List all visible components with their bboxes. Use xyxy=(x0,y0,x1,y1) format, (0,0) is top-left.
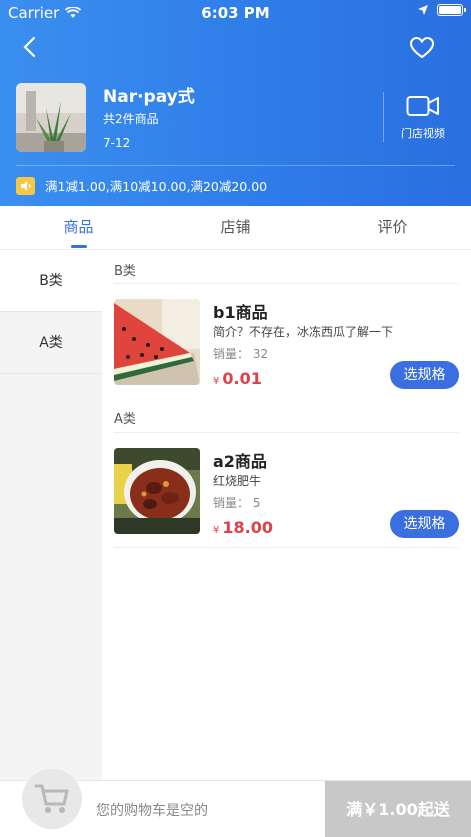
heart-icon xyxy=(409,36,435,59)
section-divider xyxy=(114,283,459,284)
store-video-button[interactable]: 门店视频 xyxy=(392,95,454,143)
header-divider xyxy=(383,92,384,142)
product-name: a2商品 xyxy=(213,452,267,471)
favorite-button[interactable] xyxy=(409,36,435,60)
tab-bar: 商品 店铺 评价 xyxy=(0,206,471,250)
status-time: 6:03 PM xyxy=(201,4,270,22)
product-card[interactable]: b1商品 简介？不存在，冰冻西瓜了解一下 销量： 32 ¥0.01 选规格 xyxy=(114,299,459,399)
status-bar: Carrier 6:03 PM xyxy=(0,0,471,26)
chevron-left-icon xyxy=(23,36,36,58)
price-value: 18.00 xyxy=(222,518,273,537)
promo-text: 满1减1.00,满10减10.00,满20减20.00 xyxy=(45,179,268,194)
product-price: ¥18.00 xyxy=(213,518,273,537)
sidebar-item-b[interactable]: B类 xyxy=(0,250,102,312)
store-name: Nar·pay式 xyxy=(103,87,195,107)
product-image-watermelon xyxy=(114,299,200,385)
product-sales: 销量： 5 xyxy=(213,496,261,510)
shopping-cart-icon xyxy=(34,784,69,813)
store-video-label: 门店视频 xyxy=(401,127,445,140)
section-divider xyxy=(114,432,459,433)
product-divider xyxy=(114,547,459,548)
header-separator xyxy=(16,165,455,166)
location-arrow-icon xyxy=(418,5,428,15)
store-photo xyxy=(16,83,86,152)
product-card[interactable]: a2商品 红烧肥牛 销量： 5 ¥18.00 选规格 xyxy=(114,448,459,548)
product-description: 简介？不存在，冰冻西瓜了解一下 xyxy=(213,325,394,339)
battery-icon xyxy=(437,4,466,16)
back-button[interactable] xyxy=(14,34,44,60)
checkout-button[interactable]: 满￥1.00起送 xyxy=(325,781,471,837)
product-price: ¥0.01 xyxy=(213,369,262,388)
category-sidebar: B类 A类 xyxy=(0,250,102,780)
product-list: B类 b1商品 简介？不存在，冰冻西瓜了解一下 销量： 32 ¥0.01 选规格… xyxy=(102,250,471,780)
status-right xyxy=(417,4,466,16)
section-title: B类 xyxy=(114,264,136,279)
price-value: 0.01 xyxy=(222,369,262,388)
tab-products[interactable]: 商品 xyxy=(0,206,157,249)
promo-banner: 满1减1.00,满10减10.00,满20减20.00 xyxy=(16,176,267,195)
section-title: A类 xyxy=(114,412,136,427)
speaker-icon xyxy=(16,176,35,195)
currency-symbol: ¥ xyxy=(213,376,220,387)
product-image-braised-beef xyxy=(114,448,200,534)
tab-reviews[interactable]: 评价 xyxy=(314,206,471,249)
store-hours: 7-12 xyxy=(103,136,131,150)
store-product-count: 共2件商品 xyxy=(103,112,159,126)
cart-button[interactable] xyxy=(22,769,82,829)
select-spec-button[interactable]: 选规格 xyxy=(390,361,459,389)
currency-symbol: ¥ xyxy=(213,525,220,536)
select-spec-button[interactable]: 选规格 xyxy=(390,510,459,538)
video-camera-icon xyxy=(406,96,439,116)
cart-empty-text: 您的购物车是空的 xyxy=(96,803,208,819)
product-sales: 销量： 32 xyxy=(213,347,269,361)
sidebar-item-a[interactable]: A类 xyxy=(0,312,102,374)
tab-store[interactable]: 店铺 xyxy=(157,206,314,249)
product-description: 红烧肥牛 xyxy=(213,474,262,488)
cart-bar: 您的购物车是空的 满￥1.00起送 xyxy=(0,769,471,837)
product-name: b1商品 xyxy=(213,303,268,322)
store-header: Carrier 6:03 PM Nar·pay式 共2件商品 7-12 门店视频… xyxy=(0,0,471,206)
